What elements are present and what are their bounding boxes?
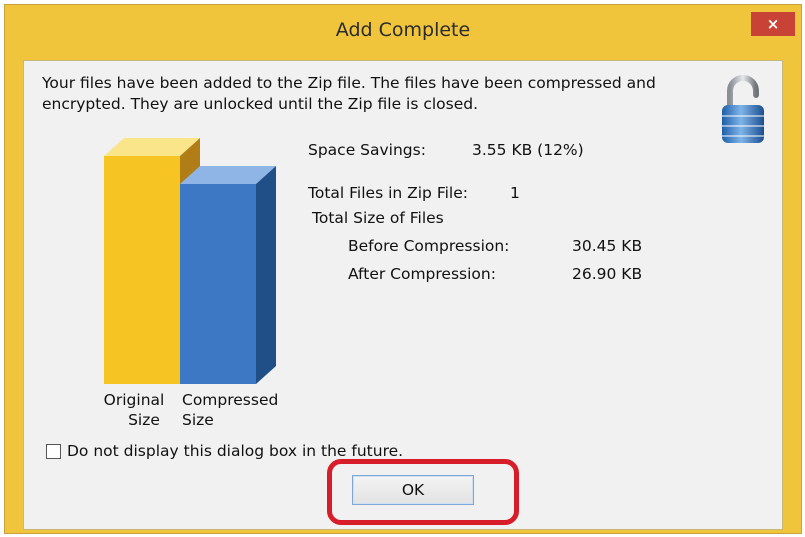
space-savings-label: Space Savings:	[308, 141, 426, 159]
original-size-label: Original Size	[98, 390, 170, 430]
original-label-line2: Size	[128, 411, 160, 429]
total-files-value: 1	[510, 184, 520, 202]
compression-bar-chart	[104, 138, 276, 384]
close-button[interactable]: ×	[751, 12, 795, 36]
space-savings-value: 3.55 KB (12%)	[472, 141, 584, 159]
dialog-title: Add Complete	[335, 19, 471, 41]
after-compression-value: 26.90 KB	[572, 265, 643, 283]
total-files-label: Total Files in Zip File:	[308, 184, 468, 202]
before-compression-value: 30.45 KB	[572, 237, 643, 255]
total-size-label: Total Size of Files	[312, 209, 444, 227]
dialog-window: Add Complete × Your files have been adde…	[4, 4, 802, 534]
compressed-label-line2: Size	[182, 411, 214, 429]
compressed-size-label: Compressed Size	[182, 390, 282, 430]
do-not-display-option[interactable]: Do not display this dialog box in the fu…	[46, 442, 403, 460]
after-compression-label: After Compression:	[348, 265, 496, 283]
dialog-body: Your files have been added to the Zip fi…	[23, 60, 783, 530]
do-not-display-label: Do not display this dialog box in the fu…	[67, 442, 404, 460]
do-not-display-checkbox[interactable]	[46, 443, 61, 459]
compressed-size-bar	[180, 166, 276, 384]
compressed-label-line1: Compressed	[182, 391, 279, 409]
red-highlight-annotation	[327, 459, 519, 525]
info-message: Your files have been added to the Zip fi…	[42, 74, 656, 113]
unlocked-padlock-icon	[722, 75, 764, 143]
title-bar: Add Complete ×	[5, 5, 801, 55]
before-compression-label: Before Compression:	[348, 237, 510, 255]
original-label-line1: Original	[103, 391, 165, 409]
